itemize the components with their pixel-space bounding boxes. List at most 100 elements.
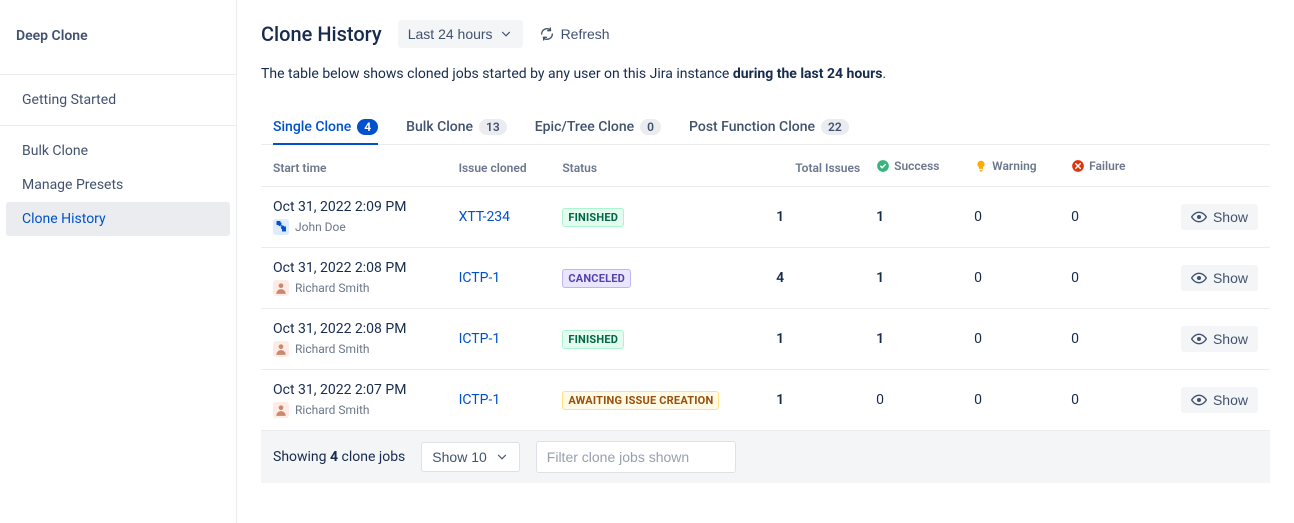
sidebar-item-getting-started[interactable]: Getting Started bbox=[6, 83, 230, 117]
clone-jobs-table: Start time Issue cloned Status Total Iss… bbox=[261, 149, 1270, 483]
start-time: Oct 31, 2022 2:08 PM bbox=[273, 321, 443, 337]
page-size-dropdown[interactable]: Show 10 bbox=[421, 442, 519, 472]
issue-link[interactable]: ICTP-1 bbox=[459, 270, 501, 286]
user-avatar-icon bbox=[273, 219, 289, 235]
table-row: Oct 31, 2022 2:08 PM Richard Smith ICTP-1 F… bbox=[261, 309, 1270, 370]
table-footer: Showing 4 clone jobs Show 10 bbox=[261, 431, 1270, 483]
col-failure[interactable]: Failure bbox=[1063, 149, 1150, 187]
chevron-down-icon bbox=[495, 450, 509, 464]
show-label: Show bbox=[1213, 209, 1248, 225]
sidebar-item-manage-presets[interactable]: Manage Presets bbox=[6, 168, 230, 202]
description-suffix: . bbox=[882, 66, 886, 82]
show-label: Show bbox=[1213, 270, 1248, 286]
tab-badge: 22 bbox=[821, 119, 849, 135]
sidebar: Deep Clone Getting Started Bulk Clone Ma… bbox=[0, 0, 237, 523]
page-size-label: Show 10 bbox=[432, 449, 486, 465]
user-avatar-icon bbox=[273, 402, 289, 418]
failure-value: 0 bbox=[1063, 370, 1150, 431]
warning-value: 0 bbox=[966, 309, 1063, 370]
user-name: John Doe bbox=[295, 220, 346, 234]
col-failure-label: Failure bbox=[1089, 159, 1125, 173]
user-name: Richard Smith bbox=[295, 403, 370, 417]
start-time: Oct 31, 2022 2:08 PM bbox=[273, 260, 443, 276]
col-success[interactable]: Success bbox=[868, 149, 966, 187]
time-range-dropdown[interactable]: Last 24 hours bbox=[398, 20, 523, 48]
page-description: The table below shows cloned jobs starte… bbox=[261, 66, 1270, 82]
sidebar-item-clone-history[interactable]: Clone History bbox=[6, 202, 230, 236]
total-issues-value: 1 bbox=[768, 370, 868, 431]
show-button[interactable]: Show bbox=[1181, 265, 1258, 291]
tabs: Single Clone 4 Bulk Clone 13 Epic/Tree C… bbox=[261, 110, 1270, 145]
tab-badge: 4 bbox=[357, 119, 378, 135]
eye-icon bbox=[1191, 270, 1207, 286]
showing-suffix: clone jobs bbox=[338, 449, 405, 465]
refresh-button[interactable]: Refresh bbox=[539, 26, 610, 42]
col-start-time[interactable]: Start time bbox=[261, 149, 451, 187]
page-title: Clone History bbox=[261, 22, 382, 46]
status-badge: CANCELED bbox=[562, 269, 631, 288]
check-circle-icon bbox=[876, 159, 890, 173]
refresh-icon bbox=[539, 26, 555, 42]
tab-single-clone[interactable]: Single Clone 4 bbox=[273, 111, 378, 145]
user-name: Richard Smith bbox=[295, 342, 370, 356]
status-badge: AWAITING ISSUE CREATION bbox=[562, 391, 719, 410]
success-value: 1 bbox=[868, 248, 966, 309]
time-range-label: Last 24 hours bbox=[408, 26, 493, 42]
col-warning-label: Warning bbox=[992, 159, 1036, 173]
total-issues-value: 1 bbox=[768, 309, 868, 370]
tab-label: Single Clone bbox=[273, 119, 351, 135]
description-bold: during the last 24 hours bbox=[733, 66, 883, 82]
col-status[interactable]: Status bbox=[554, 149, 768, 187]
eye-icon bbox=[1191, 331, 1207, 347]
show-button[interactable]: Show bbox=[1181, 326, 1258, 352]
start-time: Oct 31, 2022 2:07 PM bbox=[273, 382, 443, 398]
tab-post-function-clone[interactable]: Post Function Clone 22 bbox=[689, 111, 849, 145]
failure-value: 0 bbox=[1063, 248, 1150, 309]
sidebar-section: Bulk Clone Manage Presets Clone History bbox=[0, 125, 236, 244]
eye-icon bbox=[1191, 209, 1207, 225]
app-title: Deep Clone bbox=[0, 28, 236, 74]
show-button[interactable]: Show bbox=[1181, 204, 1258, 230]
error-circle-icon bbox=[1071, 159, 1085, 173]
filter-input[interactable] bbox=[536, 441, 736, 473]
success-value: 1 bbox=[868, 309, 966, 370]
issue-link[interactable]: XTT-234 bbox=[459, 209, 510, 225]
tab-bulk-clone[interactable]: Bulk Clone 13 bbox=[406, 111, 507, 145]
col-issue-cloned[interactable]: Issue cloned bbox=[451, 149, 555, 187]
tab-label: Bulk Clone bbox=[406, 119, 473, 135]
page-header: Clone History Last 24 hours Refresh bbox=[261, 20, 1270, 48]
showing-prefix: Showing bbox=[273, 449, 330, 465]
chevron-down-icon bbox=[499, 27, 513, 41]
start-time: Oct 31, 2022 2:09 PM bbox=[273, 199, 443, 215]
warning-value: 0 bbox=[966, 187, 1063, 248]
col-warning[interactable]: Warning bbox=[966, 149, 1063, 187]
show-button[interactable]: Show bbox=[1181, 387, 1258, 413]
tab-badge: 0 bbox=[640, 119, 661, 135]
total-issues-value: 4 bbox=[768, 248, 868, 309]
tab-label: Epic/Tree Clone bbox=[535, 119, 634, 135]
main-content: Clone History Last 24 hours Refresh The … bbox=[237, 0, 1294, 523]
table-row: Oct 31, 2022 2:07 PM Richard Smith ICTP-1 A… bbox=[261, 370, 1270, 431]
warning-value: 0 bbox=[966, 248, 1063, 309]
total-issues-value: 1 bbox=[768, 187, 868, 248]
tab-epic-tree-clone[interactable]: Epic/Tree Clone 0 bbox=[535, 111, 661, 145]
sidebar-item-bulk-clone[interactable]: Bulk Clone bbox=[6, 134, 230, 168]
description-prefix: The table below shows cloned jobs starte… bbox=[261, 66, 733, 82]
success-value: 0 bbox=[868, 370, 966, 431]
user-avatar-icon bbox=[273, 341, 289, 357]
success-value: 1 bbox=[868, 187, 966, 248]
showing-count: 4 bbox=[330, 449, 338, 465]
tab-badge: 13 bbox=[479, 119, 507, 135]
table-row: Oct 31, 2022 2:09 PMJohn DoeXTT-234FINIS… bbox=[261, 187, 1270, 248]
warning-value: 0 bbox=[966, 370, 1063, 431]
failure-value: 0 bbox=[1063, 309, 1150, 370]
sidebar-section: Getting Started bbox=[0, 74, 236, 125]
user-name: Richard Smith bbox=[295, 281, 370, 295]
failure-value: 0 bbox=[1063, 187, 1150, 248]
show-label: Show bbox=[1213, 331, 1248, 347]
issue-link[interactable]: ICTP-1 bbox=[459, 331, 501, 347]
status-badge: FINISHED bbox=[562, 330, 624, 349]
issue-link[interactable]: ICTP-1 bbox=[459, 392, 501, 408]
col-success-label: Success bbox=[894, 159, 939, 173]
col-total-issues[interactable]: Total Issues bbox=[768, 149, 868, 187]
